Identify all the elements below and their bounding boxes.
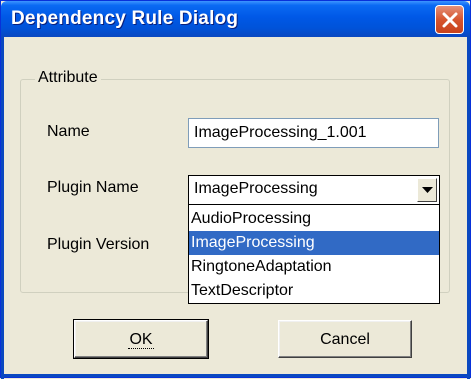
plugin-name-label: Plugin Name bbox=[47, 179, 139, 196]
plugin-name-dropdown-list: AudioProcessing ImageProcessing Ringtone… bbox=[188, 204, 440, 304]
chevron-down-icon bbox=[422, 187, 433, 193]
cancel-button[interactable]: Cancel bbox=[278, 320, 412, 358]
dropdown-option-audioprocessing[interactable]: AudioProcessing bbox=[189, 207, 439, 231]
close-button[interactable] bbox=[435, 5, 464, 34]
dialog-window: Dependency Rule Dialog Attribute Name Im… bbox=[0, 0, 471, 379]
plugin-name-value: ImageProcessing bbox=[194, 180, 318, 197]
window-frame-bottom bbox=[1, 374, 470, 377]
dropdown-option-textdescriptor[interactable]: TextDescriptor bbox=[189, 279, 439, 303]
dropdown-option-imageprocessing[interactable]: ImageProcessing bbox=[189, 231, 439, 255]
plugin-version-label: Plugin Version bbox=[47, 236, 150, 253]
dropdown-arrow-button[interactable] bbox=[417, 178, 437, 202]
ok-button[interactable]: OK bbox=[73, 319, 209, 359]
title-bar[interactable]: Dependency Rule Dialog bbox=[1, 1, 470, 37]
plugin-name-select[interactable]: ImageProcessing bbox=[188, 175, 440, 204]
attribute-group-label: Attribute bbox=[35, 69, 101, 87]
window-title: Dependency Rule Dialog bbox=[11, 8, 239, 29]
dropdown-option-ringtoneadaptation[interactable]: RingtoneAdaptation bbox=[189, 255, 439, 279]
ok-button-label: OK bbox=[128, 331, 154, 349]
window-frame-left bbox=[1, 37, 4, 379]
name-label: Name bbox=[47, 123, 90, 140]
name-field[interactable]: ImageProcessing_1.001 bbox=[188, 118, 439, 148]
window-frame-right bbox=[467, 37, 470, 379]
close-icon bbox=[442, 12, 458, 28]
